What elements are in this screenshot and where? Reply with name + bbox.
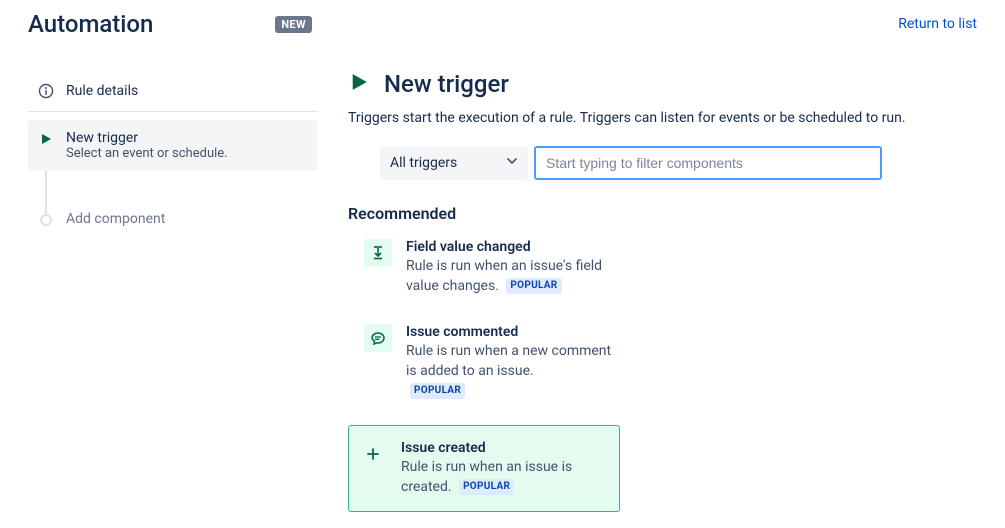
return-to-list-link[interactable]: Return to list bbox=[898, 16, 977, 32]
rule-sidebar: Rule details New trigger Select an event… bbox=[28, 70, 318, 512]
popular-badge: POPULAR bbox=[410, 383, 465, 399]
filter-row: All triggers bbox=[380, 146, 977, 180]
recommended-heading: Recommended bbox=[348, 204, 977, 223]
trigger-desc: Rule is run when an issue's field value … bbox=[406, 257, 624, 296]
main-panel: New trigger Triggers start the execution… bbox=[318, 70, 977, 512]
page-header: Automation NEW Return to list bbox=[0, 0, 1005, 38]
trigger-title: Field value changed bbox=[406, 239, 624, 255]
popular-badge: POPULAR bbox=[459, 479, 514, 495]
sidebar-item-rule-details[interactable]: Rule details bbox=[28, 70, 318, 112]
trigger-issue-commented[interactable]: Issue commented Rule is run when a new c… bbox=[348, 320, 628, 405]
page-title: Automation bbox=[28, 10, 153, 38]
field-change-icon bbox=[364, 239, 392, 267]
trigger-desc: Rule is run when an issue is created. PO… bbox=[401, 458, 609, 497]
trigger-body: Issue commented Rule is run when a new c… bbox=[406, 324, 624, 401]
new-trigger-sub: Select an event or schedule. bbox=[66, 146, 228, 161]
trigger-category-dropdown[interactable]: All triggers bbox=[380, 146, 528, 180]
chevron-down-icon bbox=[506, 155, 518, 171]
trigger-title: Issue commented bbox=[406, 324, 624, 340]
play-icon bbox=[38, 131, 54, 147]
plus-icon bbox=[359, 440, 387, 468]
trigger-issue-created[interactable]: Issue created Rule is run when an issue … bbox=[348, 425, 620, 512]
comment-icon bbox=[364, 324, 392, 352]
add-component-label: Add component bbox=[66, 211, 165, 227]
trigger-desc: Rule is run when a new comment is added … bbox=[406, 342, 624, 401]
sidebar-item-add-component[interactable]: Add component bbox=[28, 201, 318, 238]
popular-badge: POPULAR bbox=[506, 278, 561, 294]
trigger-title: Issue created bbox=[401, 440, 609, 456]
header-left: Automation NEW bbox=[28, 10, 312, 38]
new-trigger-text: New trigger Select an event or schedule. bbox=[66, 130, 228, 161]
rule-timeline: New trigger Select an event or schedule.… bbox=[28, 120, 318, 238]
sidebar-item-new-trigger[interactable]: New trigger Select an event or schedule. bbox=[28, 120, 318, 171]
rule-details-label: Rule details bbox=[66, 83, 138, 99]
main-description: Triggers start the execution of a rule. … bbox=[348, 108, 908, 128]
dropdown-label: All triggers bbox=[390, 155, 457, 171]
info-icon bbox=[38, 83, 54, 99]
new-badge: NEW bbox=[275, 16, 311, 33]
trigger-body: Field value changed Rule is run when an … bbox=[406, 239, 624, 296]
main-container: Rule details New trigger Select an event… bbox=[0, 70, 1005, 512]
new-trigger-label: New trigger bbox=[66, 130, 228, 146]
trigger-list: Field value changed Rule is run when an … bbox=[348, 235, 628, 512]
trigger-field-value-changed[interactable]: Field value changed Rule is run when an … bbox=[348, 235, 628, 300]
play-icon bbox=[348, 71, 370, 97]
main-header: New trigger bbox=[348, 70, 977, 98]
main-title: New trigger bbox=[384, 70, 509, 98]
add-step-icon bbox=[38, 212, 54, 228]
component-filter-input[interactable] bbox=[534, 146, 882, 180]
trigger-body: Issue created Rule is run when an issue … bbox=[401, 440, 609, 497]
